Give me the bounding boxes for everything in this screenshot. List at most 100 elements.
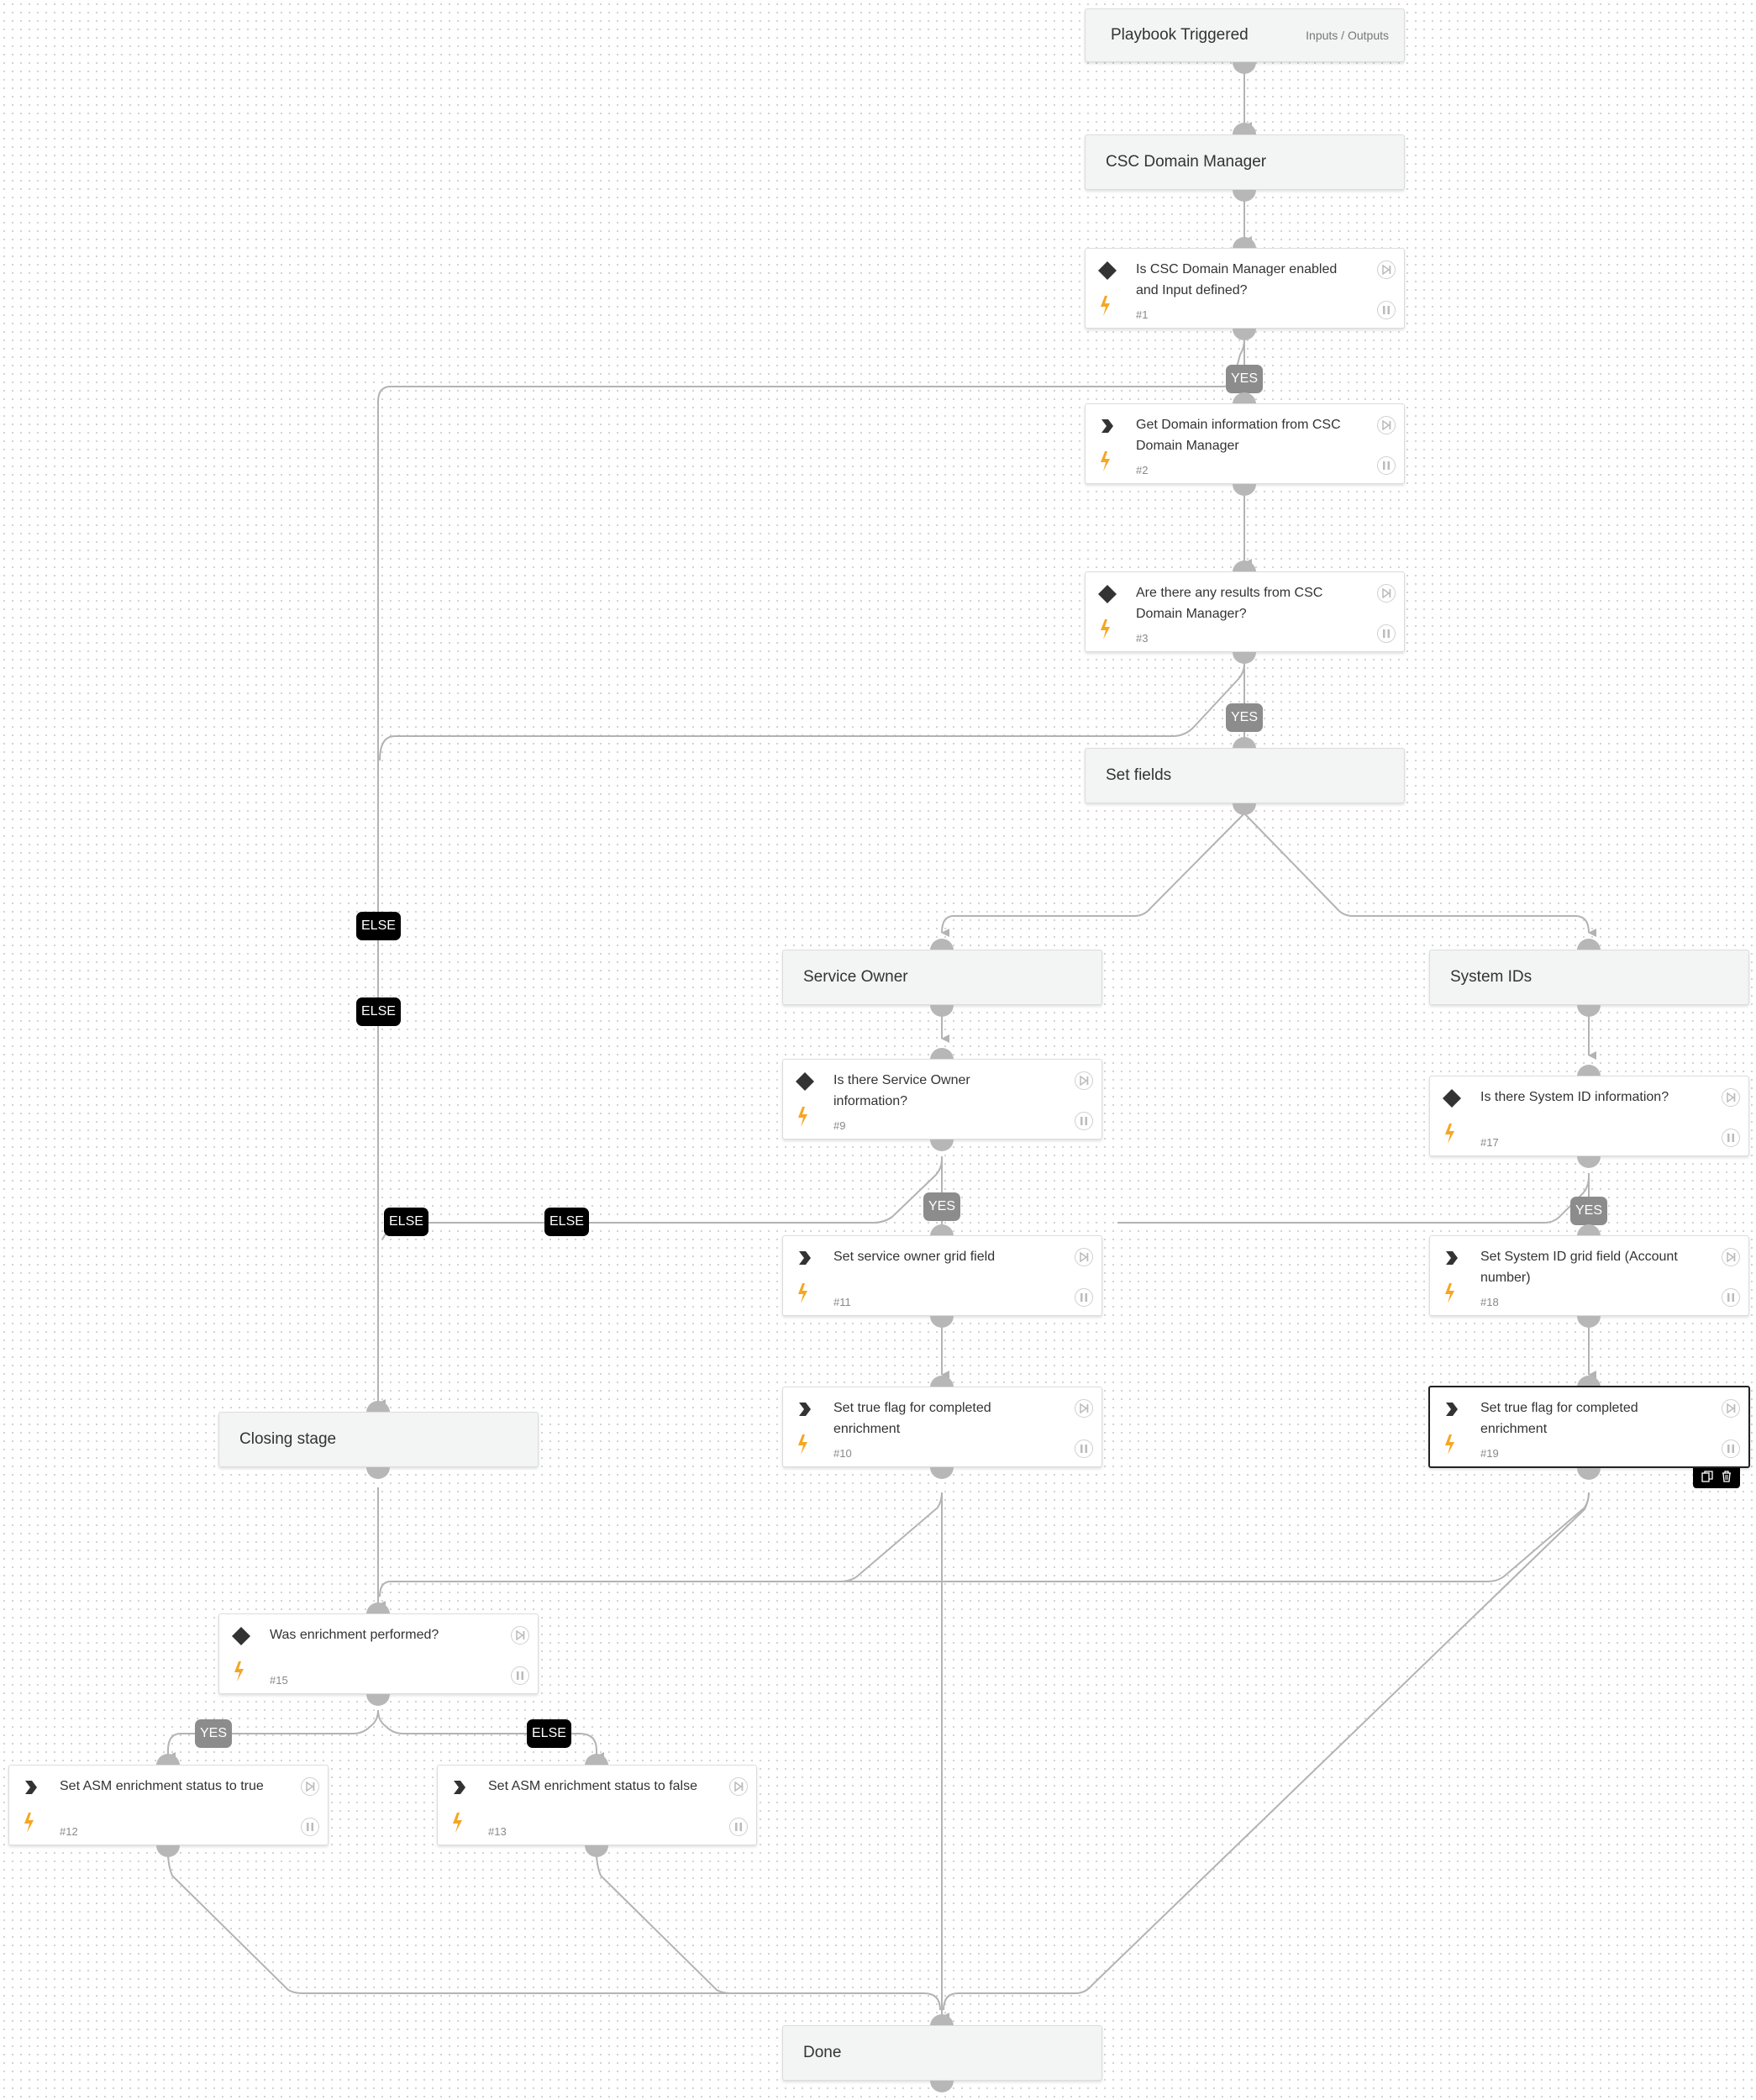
section-csc-domain-manager[interactable]: CSC Domain Manager (1085, 134, 1405, 190)
task-title: Get Domain information from CSC Domain M… (1136, 418, 1341, 453)
skip-icon[interactable] (1377, 584, 1396, 603)
task-title: Set service owner grid field (833, 1250, 996, 1264)
condition-icon (231, 1626, 251, 1646)
task-title: Is CSC Domain Manager enabled and Input … (1136, 262, 1338, 297)
action-chevron-icon (1097, 416, 1117, 436)
edge-setfields-split-right (1243, 813, 1597, 937)
skip-icon[interactable] (1722, 1399, 1740, 1418)
pause-icon[interactable] (1075, 1112, 1093, 1130)
pause-icon[interactable] (511, 1666, 529, 1685)
else-badge: ELSE (544, 1208, 589, 1236)
yes-badge: YES (195, 1719, 233, 1748)
pause-icon[interactable] (1722, 1439, 1740, 1458)
task-15[interactable]: Was enrichment performed? #15 (218, 1613, 539, 1694)
task-title: Is there Service Owner information? (833, 1073, 970, 1108)
section-set-fields[interactable]: Set fields (1085, 748, 1405, 803)
task-id: #15 (270, 1674, 288, 1687)
action-chevron-icon (21, 1777, 41, 1797)
condition-icon (1097, 261, 1117, 281)
pause-icon[interactable] (301, 1818, 319, 1836)
section-title: CSC Domain Manager (1106, 153, 1267, 171)
edge-t9-else (381, 1159, 943, 1240)
task-1[interactable]: Is CSC Domain Manager enabled and Input … (1085, 248, 1405, 329)
section-title: Set fields (1106, 766, 1172, 784)
bolt-icon (453, 1813, 462, 1833)
task-17[interactable]: Is there System ID information? #17 (1429, 1076, 1749, 1156)
pause-icon[interactable] (1722, 1288, 1740, 1307)
skip-icon[interactable] (1075, 1071, 1093, 1090)
inputs-outputs-link[interactable]: Inputs / Outputs (1306, 9, 1389, 61)
bolt-icon (24, 1813, 34, 1833)
yes-badge: YES (923, 1192, 961, 1221)
task-id: #17 (1480, 1136, 1499, 1149)
yes-badge: YES (1226, 703, 1264, 732)
yes-badge: YES (1226, 365, 1264, 393)
skip-icon[interactable] (511, 1626, 529, 1645)
task-2[interactable]: Get Domain information from CSC Domain M… (1085, 403, 1405, 484)
bolt-icon (1445, 1434, 1454, 1455)
edge-t12-to-done (167, 1852, 941, 2011)
skip-icon[interactable] (1722, 1088, 1740, 1107)
bolt-icon (1445, 1124, 1454, 1144)
duplicate-icon[interactable] (1701, 1470, 1713, 1487)
task-10[interactable]: Set true flag for completed enrichment #… (782, 1387, 1102, 1467)
task-3[interactable]: Are there any results from CSC Domain Ma… (1085, 571, 1405, 652)
task-11[interactable]: Set service owner grid field #11 (782, 1235, 1102, 1316)
pause-icon[interactable] (1377, 456, 1396, 475)
section-closing-stage[interactable]: Closing stage (218, 1412, 539, 1467)
task-id: #2 (1136, 464, 1149, 476)
delete-icon[interactable] (1722, 1470, 1732, 1487)
skip-icon[interactable] (1075, 1248, 1093, 1266)
skip-icon[interactable] (1075, 1399, 1093, 1418)
pause-icon[interactable] (1377, 301, 1396, 319)
task-id: #3 (1136, 632, 1149, 645)
task-title: Set ASM enrichment status to false (488, 1779, 698, 1793)
bolt-icon (798, 1283, 807, 1303)
task-12[interactable]: Set ASM enrichment status to true #12 (8, 1765, 329, 1845)
edge-setfields-split-left (941, 813, 1245, 938)
task-title: Are there any results from CSC Domain Ma… (1136, 586, 1323, 621)
section-title: Closing stage (239, 1430, 337, 1448)
pause-icon[interactable] (729, 1818, 748, 1836)
action-chevron-icon (450, 1777, 470, 1797)
edge-t17-else (1117, 1176, 1590, 1224)
task-id: #11 (833, 1296, 851, 1308)
section-service-owner[interactable]: Service Owner (782, 950, 1102, 1005)
section-title: System IDs (1450, 968, 1533, 986)
task-title: Set ASM enrichment status to true (60, 1779, 264, 1793)
task-title: Is there System ID information? (1480, 1090, 1669, 1104)
section-done[interactable]: Done (782, 2025, 1102, 2081)
bolt-icon (1101, 451, 1110, 471)
task-9[interactable]: Is there Service Owner information? #9 (782, 1059, 1102, 1139)
section-playbook-triggered[interactable]: Playbook Triggered Inputs / Outputs (1085, 8, 1405, 62)
task-title: Set System ID grid field (Account number… (1480, 1250, 1678, 1285)
pause-icon[interactable] (1075, 1439, 1093, 1458)
task-19[interactable]: Set true flag for completed enrichment #… (1428, 1386, 1750, 1468)
section-title: Playbook Triggered (1111, 26, 1249, 44)
section-title: Done (803, 2044, 842, 2061)
bolt-icon (798, 1434, 807, 1455)
bolt-icon (798, 1107, 807, 1127)
section-title: Service Owner (803, 968, 908, 986)
else-badge: ELSE (384, 1208, 428, 1236)
pause-icon[interactable] (1722, 1129, 1740, 1147)
section-system-ids[interactable]: System IDs (1429, 950, 1749, 1005)
pause-icon[interactable] (1075, 1288, 1093, 1307)
pause-icon[interactable] (1377, 624, 1396, 643)
task-id: #12 (60, 1825, 78, 1838)
task-id: #1 (1136, 308, 1149, 321)
condition-icon (1442, 1088, 1462, 1108)
action-chevron-icon (795, 1399, 815, 1419)
bolt-icon (1101, 619, 1110, 639)
skip-icon[interactable] (1377, 261, 1396, 279)
skip-icon[interactable] (1722, 1248, 1740, 1266)
action-chevron-icon (1442, 1399, 1462, 1419)
skip-icon[interactable] (301, 1777, 319, 1796)
skip-icon[interactable] (729, 1777, 748, 1796)
bolt-icon (1101, 296, 1110, 316)
task-13[interactable]: Set ASM enrichment status to false #13 (437, 1765, 757, 1845)
skip-icon[interactable] (1377, 416, 1396, 434)
task-18[interactable]: Set System ID grid field (Account number… (1429, 1235, 1749, 1316)
task-id: #10 (833, 1447, 852, 1460)
action-chevron-icon (795, 1248, 815, 1268)
